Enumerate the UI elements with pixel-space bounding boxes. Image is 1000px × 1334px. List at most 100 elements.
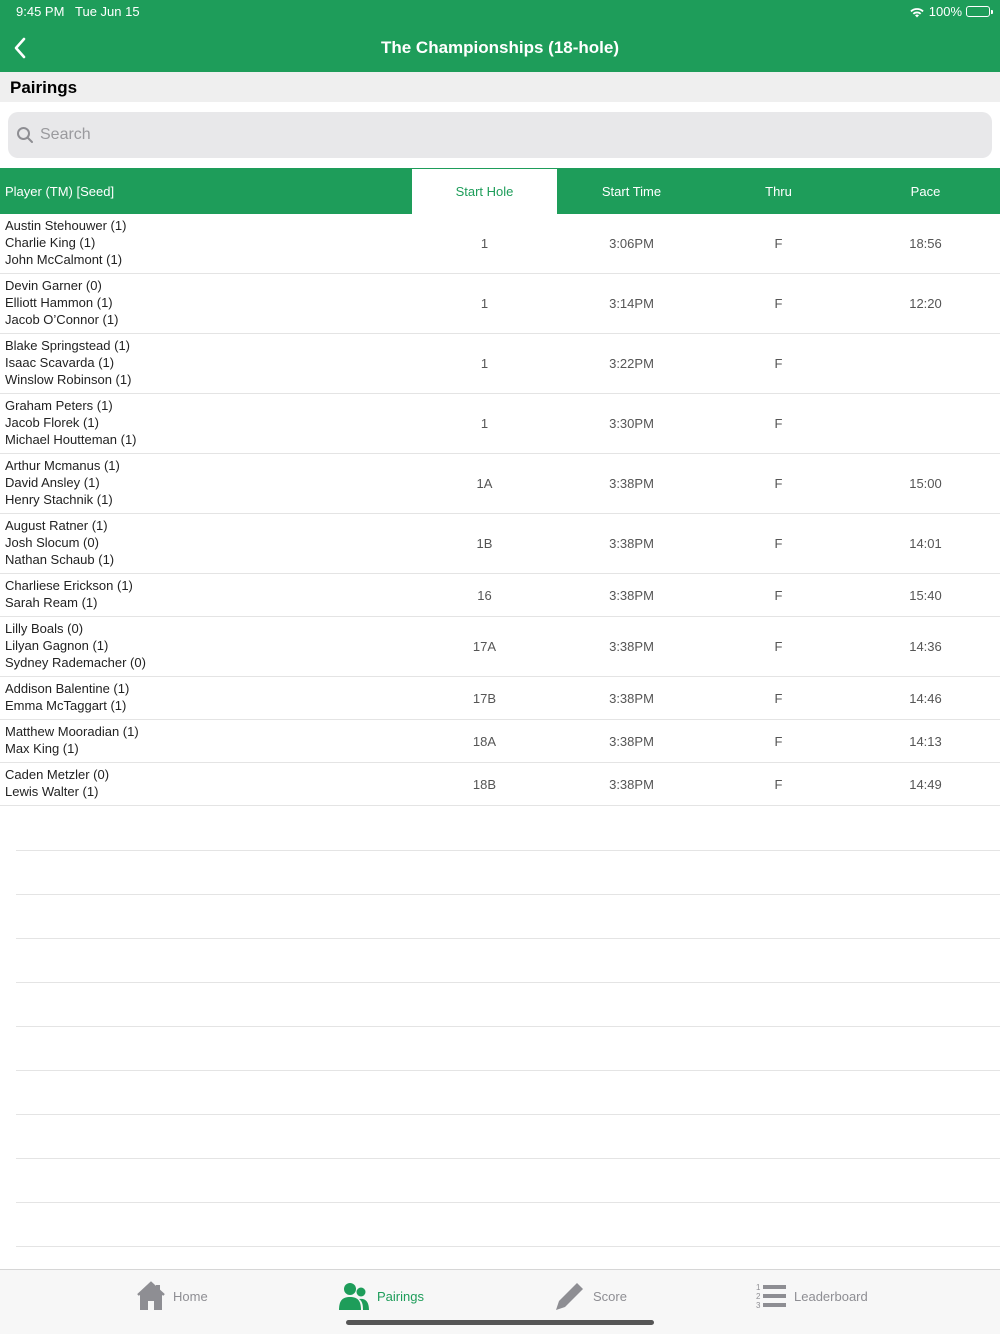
- section-title: Pairings: [10, 78, 78, 97]
- players-cell: Addison Balentine (1) Emma McTaggart (1): [0, 681, 411, 714]
- start-hole-cell: 1B: [476, 536, 493, 551]
- battery-percent: 100%: [928, 4, 962, 19]
- search-bar[interactable]: [8, 112, 992, 158]
- table-row[interactable]: Matthew Mooradian (1) Max King (1) 18A 3:38…: [0, 720, 1000, 763]
- start-time-cell: 3:38PM: [609, 587, 654, 603]
- tab-leaderboard-label: Leaderboard: [794, 1288, 868, 1304]
- players-cell: Blake Springstead (1) Isaac Scavarda (1) W…: [0, 338, 411, 388]
- player-name: Max King (1): [5, 741, 79, 756]
- status-clock: 9:45 PM: [16, 4, 65, 19]
- table-row[interactable]: Graham Peters (1) Jacob Florek (1) Michael…: [0, 394, 1000, 454]
- tab-leaderboard[interactable]: 1 2 3 Leaderboard: [756, 1280, 868, 1312]
- player-name: Sydney Rademacher (0): [5, 654, 146, 670]
- thru-cell: F: [774, 776, 783, 792]
- start-hole-cell: 1A: [476, 476, 493, 491]
- thru-cell: F: [774, 587, 783, 603]
- player-name: Matthew Mooradian (1): [5, 724, 139, 740]
- pace-cell: 15:40: [909, 587, 942, 603]
- column-header-start-time[interactable]: Start Time: [558, 168, 705, 214]
- table-row[interactable]: Austin Stehouwer (1) Charlie King (1) John…: [0, 214, 1000, 274]
- player-name: John McCalmont (1): [5, 251, 123, 267]
- start-time-cell: 3:06PM: [609, 236, 654, 251]
- player-name: Winslow Robinson (1): [5, 371, 132, 387]
- table-header: Player (TM) [Seed] Start Hole Start Time…: [0, 168, 1000, 214]
- empty-row-separator: [16, 1026, 1000, 1027]
- nav-header: 9:45 PM Tue Jun 15 100% The Championship…: [0, 0, 1000, 72]
- start-hole-cell: 17B: [472, 690, 497, 706]
- empty-row-separator: [16, 1158, 1000, 1159]
- table-row[interactable]: Charliese Erickson (1) Sarah Ream (1) 16 3:…: [0, 574, 1000, 617]
- tab-pairings[interactable]: Pairings: [339, 1280, 424, 1312]
- player-name: Michael Houtteman (1): [5, 431, 137, 447]
- column-header-thru[interactable]: Thru: [705, 168, 852, 214]
- search-input[interactable]: [40, 126, 940, 144]
- column-header-pace[interactable]: Pace: [852, 168, 999, 214]
- empty-row-separator: [16, 1202, 1000, 1203]
- players-cell: Matthew Mooradian (1) Max King (1): [0, 724, 411, 757]
- pace-cell: 14:36: [909, 639, 942, 654]
- empty-row-separator: [16, 1070, 1000, 1071]
- start-hole-cell: 1: [480, 236, 489, 251]
- tab-home[interactable]: Home: [137, 1280, 208, 1312]
- start-hole-cell: 1: [480, 416, 489, 431]
- start-time-cell: 3:38PM: [609, 690, 654, 706]
- thru-cell: F: [774, 476, 783, 491]
- thru-cell: F: [774, 639, 783, 654]
- tab-score[interactable]: Score: [555, 1280, 627, 1312]
- player-name: Blake Springstead (1): [5, 338, 131, 354]
- svg-text:3: 3: [756, 1301, 761, 1310]
- players-cell: Devin Garner (0) Elliott Hammon (1) Jacob …: [0, 278, 411, 328]
- players-cell: Austin Stehouwer (1) Charlie King (1) John…: [0, 218, 411, 268]
- thru-cell: F: [774, 296, 783, 311]
- player-name: Emma McTaggart (1): [5, 698, 127, 713]
- status-date: Tue Jun 15: [75, 4, 140, 19]
- status-time: 9:45 PM Tue Jun 15: [16, 4, 140, 19]
- table-row[interactable]: Devin Garner (0) Elliott Hammon (1) Jacob …: [0, 274, 1000, 334]
- players-cell: Graham Peters (1) Jacob Florek (1) Michael…: [0, 398, 411, 448]
- table-row[interactable]: Arthur Mcmanus (1) David Ansley (1) Henry …: [0, 454, 1000, 514]
- table-row[interactable]: Blake Springstead (1) Isaac Scavarda (1) W…: [0, 334, 1000, 394]
- player-name: Devin Garner (0): [5, 278, 102, 294]
- wifi-icon: [910, 7, 924, 17]
- player-name: Lilyan Gagnon (1): [5, 638, 109, 654]
- pace-cell: 18:56: [909, 236, 942, 251]
- pace-cell: 12:20: [909, 296, 942, 311]
- empty-row-separator: [16, 1114, 1000, 1115]
- player-name: Addison Balentine (1): [5, 681, 130, 697]
- table-row[interactable]: Lilly Boals (0) Lilyan Gagnon (1) Sydney R…: [0, 617, 1000, 677]
- pairings-table: Austin Stehouwer (1) Charlie King (1) John…: [0, 214, 1000, 806]
- home-icon: [137, 1281, 165, 1310]
- thru-cell: F: [774, 236, 783, 251]
- start-time-cell: 3:38PM: [609, 639, 654, 654]
- thru-cell: F: [774, 733, 783, 749]
- player-name: Lewis Walter (1): [5, 784, 99, 799]
- table-row[interactable]: August Ratner (1) Josh Slocum (0) Nathan S…: [0, 514, 1000, 574]
- players-cell: August Ratner (1) Josh Slocum (0) Nathan S…: [0, 518, 411, 568]
- table-row[interactable]: Caden Metzler (0) Lewis Walter (1) 18B 3:38…: [0, 763, 1000, 806]
- player-name: Austin Stehouwer (1): [5, 218, 127, 234]
- list-icon: 1 2 3: [756, 1283, 786, 1310]
- start-time-cell: 3:22PM: [609, 356, 654, 371]
- tab-score-label: Score: [593, 1288, 627, 1304]
- player-name: Josh Slocum (0): [5, 535, 99, 551]
- player-name: Arthur Mcmanus (1): [5, 458, 120, 474]
- table-row[interactable]: Addison Balentine (1) Emma McTaggart (1) 1…: [0, 677, 1000, 720]
- start-hole-cell: 18A: [472, 733, 497, 749]
- thru-cell: F: [774, 416, 783, 431]
- player-name: Elliott Hammon (1): [5, 295, 113, 311]
- home-indicator: [346, 1320, 654, 1325]
- player-name: Graham Peters (1): [5, 398, 113, 414]
- svg-text:1: 1: [756, 1283, 761, 1292]
- player-name: Charliese Erickson (1): [5, 578, 133, 594]
- start-time-cell: 3:38PM: [609, 776, 654, 792]
- empty-row-separator: [16, 938, 1000, 939]
- players-cell: Charliese Erickson (1) Sarah Ream (1): [0, 578, 411, 611]
- search-icon: [17, 127, 33, 143]
- start-time-cell: 3:38PM: [609, 536, 654, 551]
- start-time-cell: 3:30PM: [609, 416, 654, 431]
- column-header-start-hole[interactable]: Start Hole: [411, 168, 558, 214]
- column-header-player[interactable]: Player (TM) [Seed]: [0, 168, 411, 214]
- people-icon: [339, 1283, 369, 1310]
- thru-cell: F: [774, 690, 783, 706]
- player-name: Isaac Scavarda (1): [5, 355, 115, 371]
